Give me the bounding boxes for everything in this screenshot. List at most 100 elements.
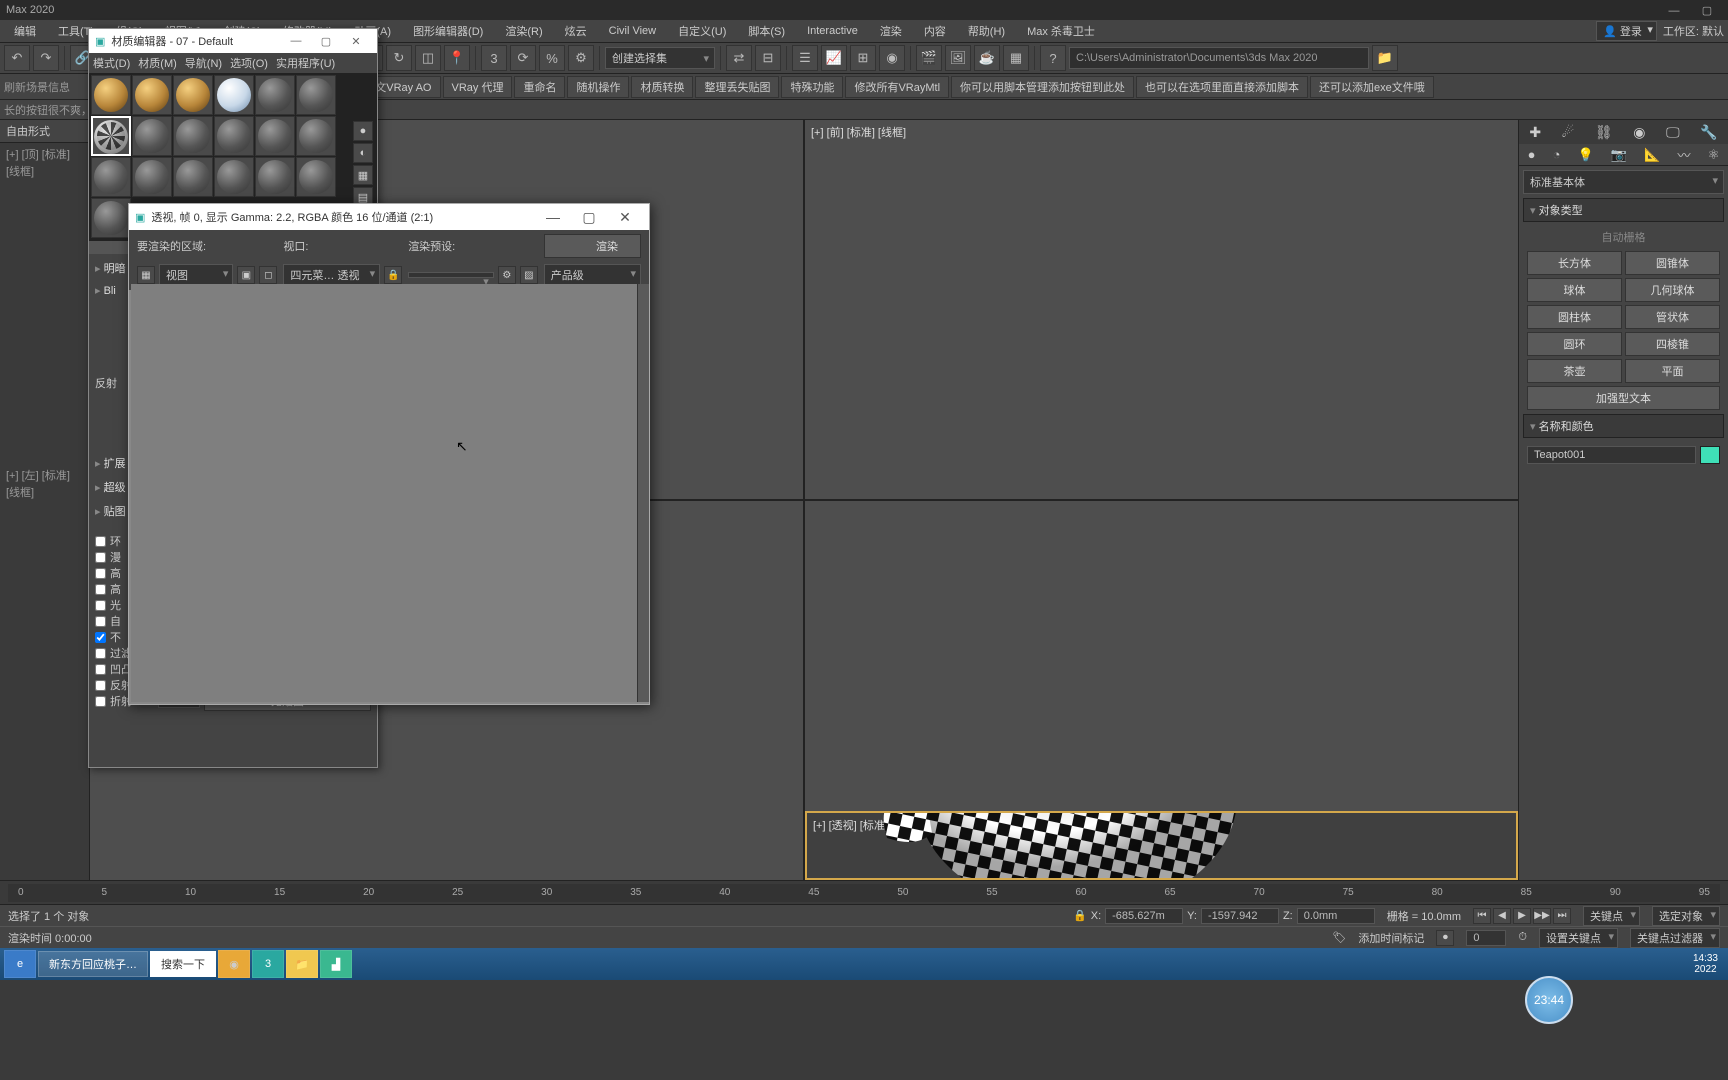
- map-check[interactable]: [95, 568, 106, 579]
- mat-menu-material[interactable]: 材质(M): [138, 55, 177, 71]
- spinner-snap-button[interactable]: ⚙: [568, 45, 594, 71]
- mat-menu-nav[interactable]: 导航(N): [185, 55, 222, 71]
- background-icon[interactable]: ▦: [353, 165, 373, 185]
- percent-snap-button[interactable]: %: [539, 45, 565, 71]
- obj-cone[interactable]: 圆锥体: [1625, 251, 1720, 275]
- render-setup-button[interactable]: 🎬: [916, 45, 942, 71]
- spacewarps-icon[interactable]: 〰: [1678, 145, 1691, 164]
- play-icon[interactable]: ▶: [1513, 908, 1531, 924]
- script-chip[interactable]: 材质转换: [631, 76, 693, 98]
- map-check[interactable]: [95, 680, 106, 691]
- time-tag-icon[interactable]: 🏷: [1332, 931, 1346, 944]
- obj-tube[interactable]: 管状体: [1625, 305, 1720, 329]
- material-slot[interactable]: [296, 75, 336, 115]
- material-slot[interactable]: [255, 157, 295, 197]
- obj-torus[interactable]: 圆环: [1527, 332, 1622, 356]
- autogrid-check[interactable]: 自动栅格: [1527, 226, 1720, 248]
- close-button[interactable]: ✕: [607, 209, 643, 226]
- taskbar-app-icon[interactable]: ◉: [218, 950, 250, 978]
- curve-editor-button[interactable]: 📈: [821, 45, 847, 71]
- material-slot[interactable]: [173, 116, 213, 156]
- script-chip[interactable]: 重命名: [514, 76, 565, 98]
- ribbon-mode[interactable]: 自由形式: [0, 120, 89, 143]
- frame-spinner[interactable]: 0: [1466, 930, 1506, 946]
- material-slot[interactable]: [173, 75, 213, 115]
- helpers-icon[interactable]: 📐: [1644, 147, 1660, 163]
- script-chip[interactable]: 你可以用脚本管理添加按钮到此处: [951, 76, 1134, 98]
- selection-set-combo[interactable]: 创建选择集: [605, 47, 715, 69]
- render-setup-icon[interactable]: ⚙: [498, 266, 516, 284]
- align-button[interactable]: ⊟: [755, 45, 781, 71]
- menu-item[interactable]: 脚本(S): [738, 21, 795, 41]
- redo-button[interactable]: ↷: [33, 45, 59, 71]
- script-chip[interactable]: 特殊功能: [781, 76, 843, 98]
- render-button[interactable]: 渲染: [544, 234, 641, 258]
- obj-pyramid[interactable]: 四棱锥: [1625, 332, 1720, 356]
- mat-menu-options[interactable]: 选项(O): [230, 55, 268, 71]
- snap-3-button[interactable]: 3: [481, 45, 507, 71]
- material-slot[interactable]: [214, 157, 254, 197]
- map-check[interactable]: [95, 632, 106, 643]
- obj-box[interactable]: 长方体: [1527, 251, 1622, 275]
- next-frame-icon[interactable]: ▶▶: [1533, 908, 1551, 924]
- add-time-tag[interactable]: 添加时间标记: [1358, 930, 1424, 946]
- production-combo[interactable]: 产品级: [544, 264, 641, 286]
- viewport-combo[interactable]: 四元菜… 透视: [283, 264, 380, 286]
- schematic-button[interactable]: ⊞: [850, 45, 876, 71]
- material-slot[interactable]: [255, 75, 295, 115]
- script-chip[interactable]: 还可以添加exe文件哦: [1310, 76, 1434, 98]
- material-slot-active[interactable]: [91, 116, 131, 156]
- folder-button[interactable]: 📁: [1372, 45, 1398, 71]
- material-slot[interactable]: [214, 116, 254, 156]
- render-canvas[interactable]: [131, 284, 637, 702]
- taskbar-app[interactable]: 新东方回应桃子…: [38, 951, 148, 977]
- workspace-label[interactable]: 工作区: 默认: [1663, 23, 1724, 39]
- taskbar-app-icon[interactable]: ▟: [320, 950, 352, 978]
- hierarchy-tab-icon[interactable]: ⛓: [1595, 124, 1613, 141]
- menu-item[interactable]: 渲染(R): [495, 21, 552, 41]
- obj-plane[interactable]: 平面: [1625, 359, 1720, 383]
- render-frame-window[interactable]: ▣ 透视, 帧 0, 显示 Gamma: 2.2, RGBA 颜色 16 位/通…: [128, 203, 650, 705]
- menu-item[interactable]: Interactive: [797, 23, 868, 39]
- material-slot[interactable]: [296, 116, 336, 156]
- edit-region-icon[interactable]: ▣: [237, 266, 255, 284]
- backlight-icon[interactable]: ◐: [353, 143, 373, 163]
- menu-edit[interactable]: 编辑: [4, 21, 46, 41]
- mat-menu-mode[interactable]: 模式(D): [93, 55, 130, 71]
- minimize-button[interactable]: —: [535, 209, 571, 226]
- material-slot[interactable]: [91, 75, 131, 115]
- material-slot[interactable]: [132, 157, 172, 197]
- lights-icon[interactable]: 💡: [1578, 147, 1594, 163]
- taskbar-search[interactable]: 搜索一下: [150, 951, 216, 977]
- cameras-icon[interactable]: 📷: [1611, 147, 1627, 163]
- material-slot[interactable]: [255, 116, 295, 156]
- category-dropdown[interactable]: 标准基本体: [1523, 170, 1724, 194]
- autokey-combo[interactable]: 关键点: [1583, 906, 1640, 926]
- obj-sphere[interactable]: 球体: [1527, 278, 1622, 302]
- script-chip[interactable]: VRay 代理: [443, 76, 513, 98]
- layer-button[interactable]: ☰: [792, 45, 818, 71]
- key-mode-icon[interactable]: ⏺: [1436, 930, 1454, 946]
- material-editor-titlebar[interactable]: ▣ 材质编辑器 - 07 - Default — ▢ ✕: [89, 29, 377, 53]
- prev-frame-icon[interactable]: ◀: [1493, 908, 1511, 924]
- menu-item[interactable]: 炫云: [555, 21, 597, 41]
- arnold-button[interactable]: ▦: [1003, 45, 1029, 71]
- obj-teapot[interactable]: 茶壶: [1527, 359, 1622, 383]
- region-icon[interactable]: ▦: [137, 266, 155, 284]
- minimize-button[interactable]: —: [281, 35, 311, 48]
- viewport-perspective[interactable]: [+] [透视] [标准] [边面] [默认明暗处理]: [805, 501, 1518, 880]
- material-slot[interactable]: [296, 157, 336, 197]
- map-check[interactable]: [95, 600, 106, 611]
- script-chip[interactable]: 修改所有VRayMtl: [845, 76, 949, 98]
- time-ruler[interactable]: 0510 152025 303540 455055 606570 758085 …: [8, 884, 1720, 902]
- map-check[interactable]: [95, 648, 106, 659]
- create-tab-icon[interactable]: ✚: [1529, 124, 1541, 141]
- motion-tab-icon[interactable]: ◉: [1633, 124, 1645, 141]
- render-frame-button[interactable]: 🖼: [945, 45, 971, 71]
- place-button[interactable]: 📍: [444, 45, 470, 71]
- key-filter-button[interactable]: 关键点过滤器: [1630, 928, 1720, 948]
- render-vscroll[interactable]: [637, 284, 649, 702]
- menu-item[interactable]: Civil View: [599, 23, 666, 39]
- system-clock[interactable]: 14:332022: [1687, 953, 1724, 975]
- undo-button[interactable]: ↶: [4, 45, 30, 71]
